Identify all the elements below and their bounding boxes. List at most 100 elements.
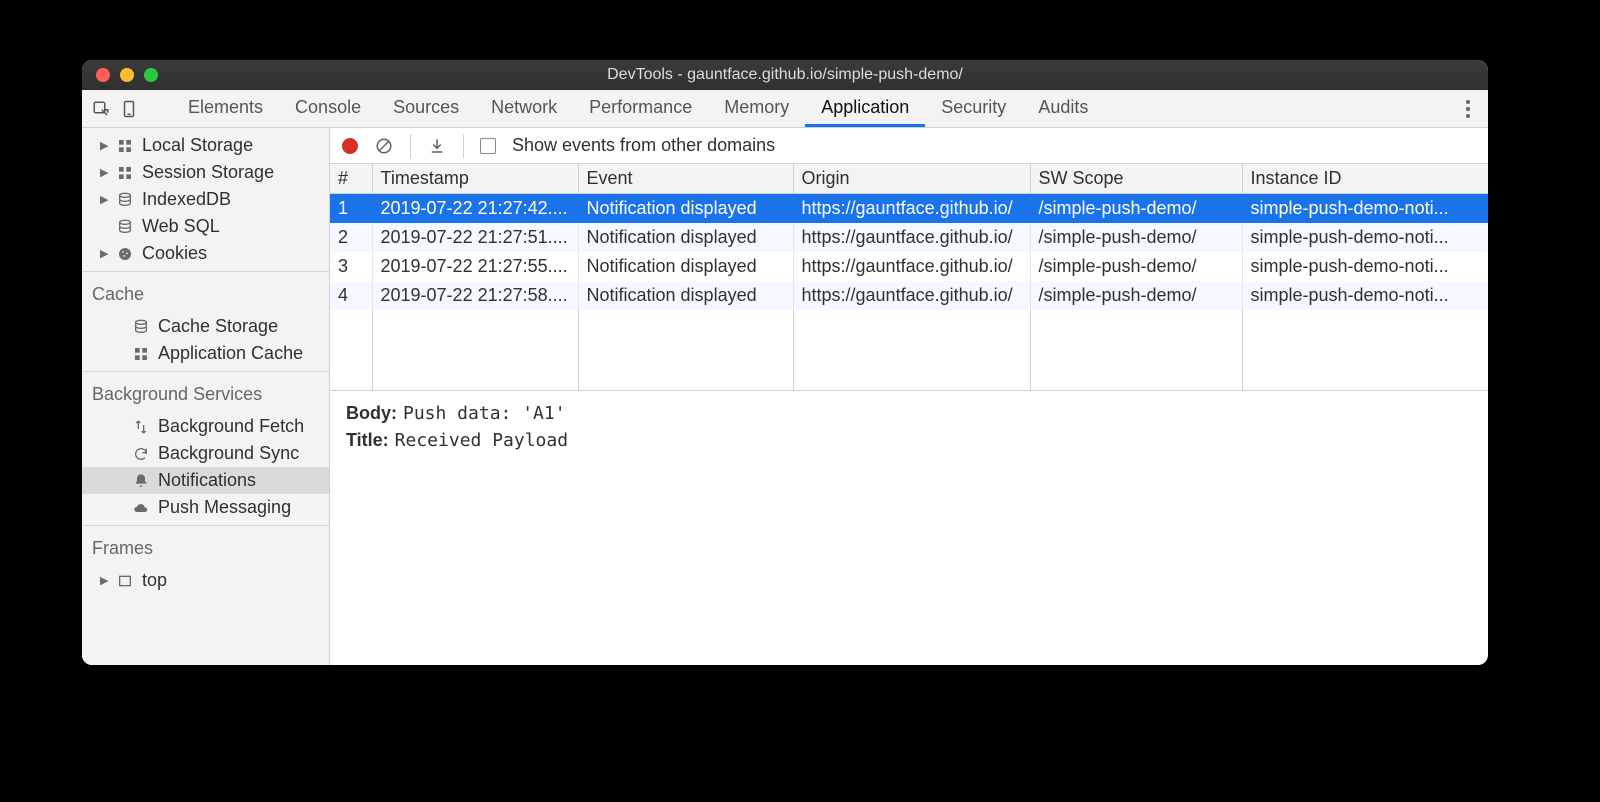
table-row[interactable]: 32019-07-22 21:27:55....Notification dis…	[330, 252, 1488, 281]
show-other-domains-label: Show events from other domains	[512, 135, 775, 156]
col-timestamp[interactable]: Timestamp	[372, 164, 578, 194]
events-toolbar: Show events from other domains	[330, 128, 1488, 164]
sidebar-item-background-sync[interactable]: Background Sync	[82, 440, 329, 467]
tab-security[interactable]: Security	[925, 90, 1022, 127]
sidebar-item-label: Local Storage	[142, 135, 253, 156]
detail-body-label: Body:	[346, 403, 397, 424]
sidebar-item-local-storage[interactable]: ▶ Local Storage	[82, 132, 329, 159]
sidebar-item-cache-storage[interactable]: Cache Storage	[82, 313, 329, 340]
disclosure-triangle-icon: ▶	[100, 139, 108, 152]
sync-icon	[132, 445, 150, 463]
cell-ts: 2019-07-22 21:27:58....	[372, 281, 578, 310]
events-table: #TimestampEventOriginSW ScopeInstance ID…	[330, 164, 1488, 391]
inspect-element-icon[interactable]	[90, 98, 112, 120]
disclosure-triangle-icon: ▶	[100, 247, 108, 260]
sidebar-item-session-storage[interactable]: ▶Session Storage	[82, 159, 329, 186]
sidebar-heading-frames: Frames	[82, 530, 329, 567]
record-button[interactable]	[342, 138, 358, 154]
sidebar-item-label: Push Messaging	[158, 497, 291, 518]
sidebar-item-label: Notifications	[158, 470, 256, 491]
sidebar-item-top[interactable]: ▶top	[82, 567, 329, 594]
cell-sc: /simple-push-demo/	[1030, 252, 1242, 281]
tab-console[interactable]: Console	[279, 90, 377, 127]
cookie-icon	[116, 245, 134, 263]
detail-body-value: Push data: 'A1'	[403, 403, 566, 424]
event-detail: Body: Push data: 'A1' Title: Received Pa…	[330, 391, 1488, 469]
cell-ts: 2019-07-22 21:27:51....	[372, 223, 578, 252]
traffic-lights	[82, 68, 158, 82]
cell-n: 3	[330, 252, 372, 281]
sidebar-heading-cache: Cache	[82, 276, 329, 313]
tab-application[interactable]: Application	[805, 90, 925, 127]
sidebar-heading-bgsvc: Background Services	[82, 376, 329, 413]
download-icon[interactable]	[427, 136, 447, 156]
titlebar: DevTools - gauntface.github.io/simple-pu…	[82, 60, 1488, 90]
cell-sc: /simple-push-demo/	[1030, 281, 1242, 310]
sidebar-item-label: Web SQL	[142, 216, 220, 237]
cell-ev: Notification displayed	[578, 223, 793, 252]
kebab-menu-icon[interactable]	[1466, 100, 1470, 118]
cell-og: https://gauntface.github.io/	[793, 281, 1030, 310]
sidebar-item-indexeddb[interactable]: ▶IndexedDB	[82, 186, 329, 213]
table-row[interactable]: 42019-07-22 21:27:58....Notification dis…	[330, 281, 1488, 310]
grid-icon	[116, 164, 134, 182]
table-row[interactable]: 22019-07-22 21:27:51....Notification dis…	[330, 223, 1488, 252]
bell-icon	[132, 472, 150, 490]
tab-network[interactable]: Network	[475, 90, 573, 127]
col-event[interactable]: Event	[578, 164, 793, 194]
clear-icon[interactable]	[374, 136, 394, 156]
cell-id: simple-push-demo-noti...	[1242, 252, 1488, 281]
cloud-icon	[132, 499, 150, 517]
cell-sc: /simple-push-demo/	[1030, 223, 1242, 252]
col-instance-id[interactable]: Instance ID	[1242, 164, 1488, 194]
main-panel: Show events from other domains #Timestam…	[330, 128, 1488, 665]
cell-og: https://gauntface.github.io/	[793, 252, 1030, 281]
grid-icon	[132, 345, 150, 363]
close-window-button[interactable]	[96, 68, 110, 82]
cell-n: 1	[330, 194, 372, 224]
col-origin[interactable]: Origin	[793, 164, 1030, 194]
disclosure-triangle-icon: ▶	[100, 574, 108, 587]
database-icon	[132, 318, 150, 336]
col--[interactable]: #	[330, 164, 372, 194]
sidebar-item-label: Cache Storage	[158, 316, 278, 337]
devtools-window: DevTools - gauntface.github.io/simple-pu…	[82, 60, 1488, 665]
show-other-domains-checkbox[interactable]	[480, 138, 496, 154]
sidebar-item-label: IndexedDB	[142, 189, 231, 210]
tab-performance[interactable]: Performance	[573, 90, 708, 127]
tab-elements[interactable]: Elements	[172, 90, 279, 127]
col-sw-scope[interactable]: SW Scope	[1030, 164, 1242, 194]
sidebar-item-cookies[interactable]: ▶Cookies	[82, 240, 329, 267]
application-sidebar: ▶Local Storage▶Session Storage▶IndexedDB…	[82, 128, 330, 665]
cell-ev: Notification displayed	[578, 194, 793, 224]
frame-icon	[116, 572, 134, 590]
sidebar-item-notifications[interactable]: Notifications	[82, 467, 329, 494]
cell-n: 2	[330, 223, 372, 252]
sidebar-item-push-messaging[interactable]: Push Messaging	[82, 494, 329, 521]
maximize-window-button[interactable]	[144, 68, 158, 82]
cell-ev: Notification displayed	[578, 252, 793, 281]
devtools-tabbar: ElementsConsoleSourcesNetworkPerformance…	[82, 90, 1488, 128]
divider	[463, 134, 464, 158]
database-icon	[116, 191, 134, 209]
cell-id: simple-push-demo-noti...	[1242, 223, 1488, 252]
tab-sources[interactable]: Sources	[377, 90, 475, 127]
cell-id: simple-push-demo-noti...	[1242, 281, 1488, 310]
minimize-window-button[interactable]	[120, 68, 134, 82]
cell-n: 4	[330, 281, 372, 310]
sidebar-item-application-cache[interactable]: Application Cache	[82, 340, 329, 367]
disclosure-triangle-icon: ▶	[100, 166, 108, 179]
database-icon	[116, 218, 134, 236]
sidebar-item-label: Application Cache	[158, 343, 303, 364]
device-toolbar-icon[interactable]	[118, 98, 140, 120]
tab-memory[interactable]: Memory	[708, 90, 805, 127]
tab-audits[interactable]: Audits	[1022, 90, 1104, 127]
sidebar-item-label: Background Fetch	[158, 416, 304, 437]
cell-ts: 2019-07-22 21:27:55....	[372, 252, 578, 281]
cell-id: simple-push-demo-noti...	[1242, 194, 1488, 224]
sidebar-item-web-sql[interactable]: Web SQL	[82, 213, 329, 240]
cell-og: https://gauntface.github.io/	[793, 194, 1030, 224]
sidebar-item-background-fetch[interactable]: Background Fetch	[82, 413, 329, 440]
cell-sc: /simple-push-demo/	[1030, 194, 1242, 224]
table-row[interactable]: 12019-07-22 21:27:42....Notification dis…	[330, 194, 1488, 224]
